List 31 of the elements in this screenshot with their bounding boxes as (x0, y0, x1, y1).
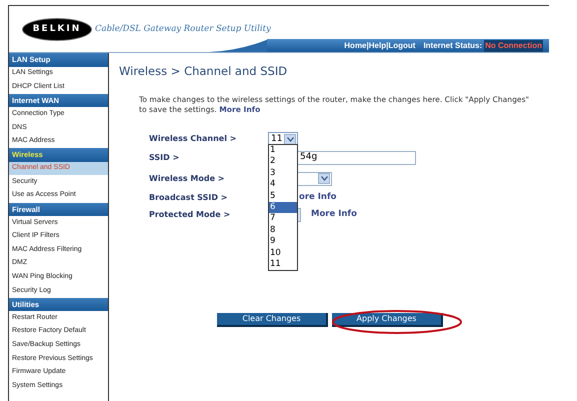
status-value: No Connection (484, 40, 543, 52)
app-title: Cable/DSL Gateway Router Setup Utility (95, 23, 271, 36)
channel-option[interactable]: 10 (269, 248, 297, 259)
clear-changes-button[interactable]: Clear Changes (217, 313, 328, 327)
status-label: Internet Status: (423, 40, 482, 52)
channel-option[interactable]: 6 (269, 202, 297, 214)
page-title: Wireless > Channel and SSID (119, 63, 288, 80)
field-label: Wireless Mode > (149, 172, 226, 185)
channel-dropdown-menu[interactable]: 1 2 3 4 5 6 7 8 9 10 11 (268, 144, 298, 272)
apply-changes-button[interactable]: Apply Changes (332, 313, 443, 327)
channel-value: 11 (271, 134, 282, 144)
channel-option[interactable]: 4 (269, 179, 297, 191)
channel-option[interactable]: 8 (269, 224, 297, 236)
channel-option[interactable]: 7 (269, 213, 297, 225)
more-info-link[interactable]: More Info (311, 208, 357, 222)
header-link[interactable]: Logout (388, 40, 416, 52)
logo[interactable]: BELKIN (22, 18, 92, 41)
channel-option[interactable]: 3 (269, 168, 297, 180)
more-info-link[interactable]: ore Info (299, 191, 337, 204)
channel-option[interactable]: 2 (269, 156, 297, 168)
field-label: Protected Mode > (149, 208, 232, 221)
field-label: Broadcast SSID > (149, 192, 228, 204)
channel-option[interactable]: 9 (269, 236, 297, 248)
channel-option[interactable]: 11 (269, 258, 297, 270)
dropdown-arrow-icon[interactable] (318, 173, 330, 184)
field-label: SSID > (149, 152, 180, 164)
dropdown-arrow-icon[interactable] (284, 134, 296, 145)
field-label: Wireless Channel > (149, 133, 238, 146)
channel-option[interactable]: 5 (269, 190, 297, 202)
header-link[interactable]: Home| (344, 40, 369, 52)
header-link[interactable]: Help| (368, 40, 388, 52)
